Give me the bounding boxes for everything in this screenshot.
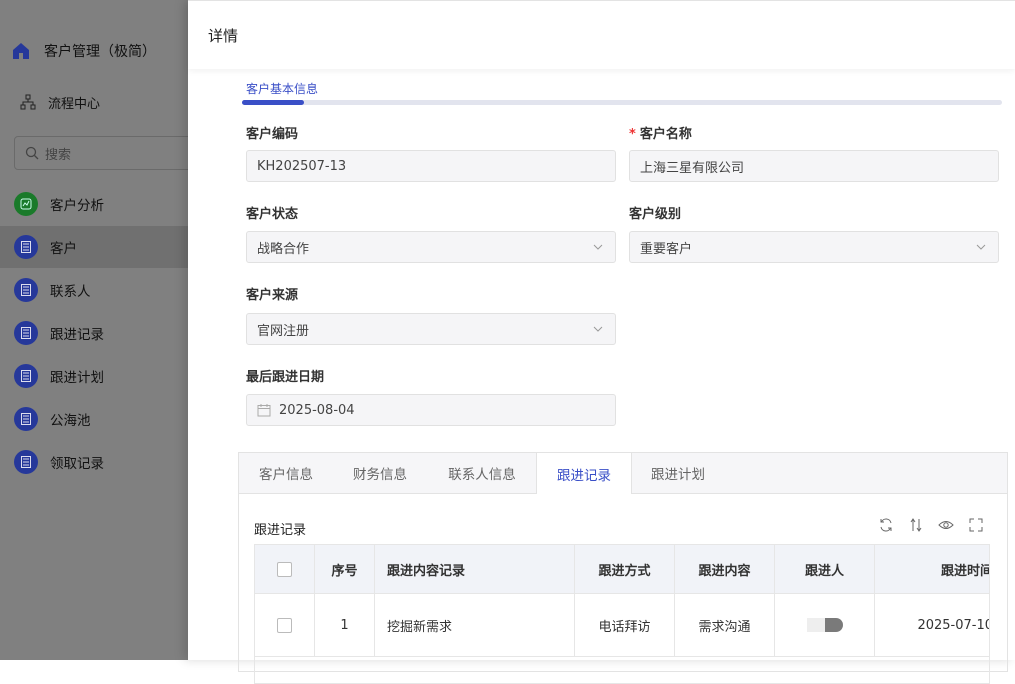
detail-drawer: 详情 客户基本信息 客户编码 KH202507-13 * 客户名称 上海三星有限公… (188, 0, 1015, 684)
org-chart-icon (20, 94, 36, 110)
row-select-cell (255, 594, 315, 656)
sidebar-item-follow-plans[interactable]: 跟进计划 (0, 355, 188, 397)
table-header: 序号 跟进内容记录 跟进方式 跟进内容 跟进人 跟进时间 (255, 545, 990, 594)
tab-finance-info[interactable]: 财务信息 (333, 453, 427, 493)
chevron-down-icon (593, 326, 603, 332)
document-icon (14, 450, 38, 474)
sidebar-item-label: 联系人 (50, 284, 91, 300)
sidebar-item-label: 客户分析 (50, 198, 104, 214)
sidebar-item-label: 跟进记录 (50, 327, 104, 343)
header-method: 跟进方式 (575, 545, 675, 593)
analytics-icon (14, 192, 38, 216)
row-topic: 需求沟通 (675, 594, 775, 656)
fullscreen-icon[interactable] (968, 517, 984, 533)
chevron-down-icon (593, 244, 603, 250)
field-label-level: 客户级别 (629, 207, 682, 222)
field-label-code: 客户编码 (246, 127, 299, 142)
tabs-bar: 客户信息 财务信息 联系人信息 跟进记录 跟进计划 (239, 453, 1007, 494)
document-icon (14, 278, 38, 302)
column-height-icon[interactable] (908, 517, 924, 533)
customer-name-value: 上海三星有限公司 (640, 160, 745, 176)
sidebar-item-contacts[interactable]: 联系人 (0, 269, 188, 311)
sidebar-item-claim-records[interactable]: 领取记录 (0, 441, 188, 483)
row-time: 2025-07-10 (917, 617, 990, 633)
sidebar-item-label: 跟进计划 (50, 370, 104, 386)
customer-source-select[interactable]: 官网注册 (246, 313, 616, 345)
eye-icon[interactable] (938, 517, 954, 533)
chevron-down-icon (976, 244, 986, 250)
sidebar-item-public-pool[interactable]: 公海池 (0, 398, 188, 440)
home-icon (10, 40, 32, 62)
header-index: 序号 (315, 545, 375, 593)
brand-label: 客户管理（极简） (44, 44, 156, 60)
avatar (806, 618, 843, 632)
customer-status-select[interactable]: 战略合作 (246, 231, 616, 263)
customer-status-value: 战略合作 (257, 241, 310, 257)
row-checkbox[interactable] (277, 617, 292, 633)
document-icon (14, 321, 38, 345)
customer-code-value: KH202507-13 (257, 158, 347, 174)
sidebar-item-label: 客户 (50, 241, 77, 257)
drawer-title: 详情 (208, 27, 239, 45)
header-content-record: 跟进内容记录 (375, 545, 575, 593)
drawer-header: 详情 (188, 0, 1015, 69)
field-label-status: 客户状态 (246, 207, 299, 222)
section-tab-basic-info[interactable]: 客户基本信息 (246, 80, 318, 97)
follow-records-table: 序号 跟进内容记录 跟进方式 跟进内容 跟进人 跟进时间 1 挖掘新需求 电话拜… (254, 544, 990, 684)
last-follow-date-picker[interactable]: 2025-08-04 (246, 394, 616, 426)
tab-follow-plans[interactable]: 跟进计划 (631, 453, 725, 493)
field-label-name: * 客户名称 (629, 127, 692, 142)
section-tab-indicator (242, 100, 1002, 105)
row-method: 电话拜访 (575, 594, 675, 656)
document-icon (14, 364, 38, 388)
header-follower: 跟进人 (775, 545, 875, 593)
field-label-source: 客户来源 (246, 288, 299, 303)
customer-level-value: 重要客户 (640, 241, 693, 257)
app-brand[interactable]: 客户管理（极简） (10, 36, 156, 66)
search-placeholder: 搜索 (45, 147, 72, 163)
required-mark: * (629, 127, 636, 142)
select-all-cell (255, 545, 315, 593)
customer-source-value: 官网注册 (257, 323, 310, 339)
select-all-checkbox[interactable] (277, 561, 292, 577)
row-follower (775, 594, 875, 656)
calendar-icon (257, 404, 271, 417)
sidebar-item-label: 公海池 (50, 413, 91, 429)
flow-center-link[interactable]: 流程中心 (20, 92, 100, 112)
customer-code-field[interactable]: KH202507-13 (246, 150, 616, 182)
customer-name-field[interactable]: 上海三星有限公司 (629, 150, 999, 182)
detail-tabs: 客户信息 财务信息 联系人信息 跟进记录 跟进计划 跟进记录 序号 跟进内容记录… (238, 452, 1008, 684)
sidebar: 客户管理（极简） 流程中心 搜索 客户分析 客户 联系人 跟进记录 跟进计划 公… (0, 0, 204, 660)
refresh-icon[interactable] (878, 517, 894, 533)
tab-follow-records[interactable]: 跟进记录 (536, 453, 632, 494)
row-content-record: 挖掘新需求 (375, 594, 575, 656)
tab-contact-info[interactable]: 联系人信息 (427, 453, 537, 493)
records-title: 跟进记录 (254, 523, 307, 538)
sidebar-item-follow-records[interactable]: 跟进记录 (0, 312, 188, 354)
search-input[interactable]: 搜索 (14, 136, 204, 170)
tab-customer-info[interactable]: 客户信息 (239, 453, 333, 493)
customer-level-select[interactable]: 重要客户 (629, 231, 999, 263)
header-topic: 跟进内容 (675, 545, 775, 593)
flow-center-label: 流程中心 (48, 96, 101, 112)
document-icon (14, 407, 38, 431)
document-icon (14, 235, 38, 259)
search-icon (25, 146, 39, 160)
row-index: 1 (315, 594, 375, 656)
last-follow-date-value: 2025-08-04 (279, 402, 355, 418)
table-row[interactable]: 1 挖掘新需求 电话拜访 需求沟通 2025-07-10 (255, 594, 990, 657)
sidebar-item-label: 领取记录 (50, 456, 104, 472)
sidebar-item-customer-analysis[interactable]: 客户分析 (0, 183, 188, 225)
sidebar-item-customer[interactable]: 客户 (0, 226, 188, 268)
header-time: 跟进时间 (940, 563, 990, 579)
field-label-last-date: 最后跟进日期 (246, 370, 325, 385)
